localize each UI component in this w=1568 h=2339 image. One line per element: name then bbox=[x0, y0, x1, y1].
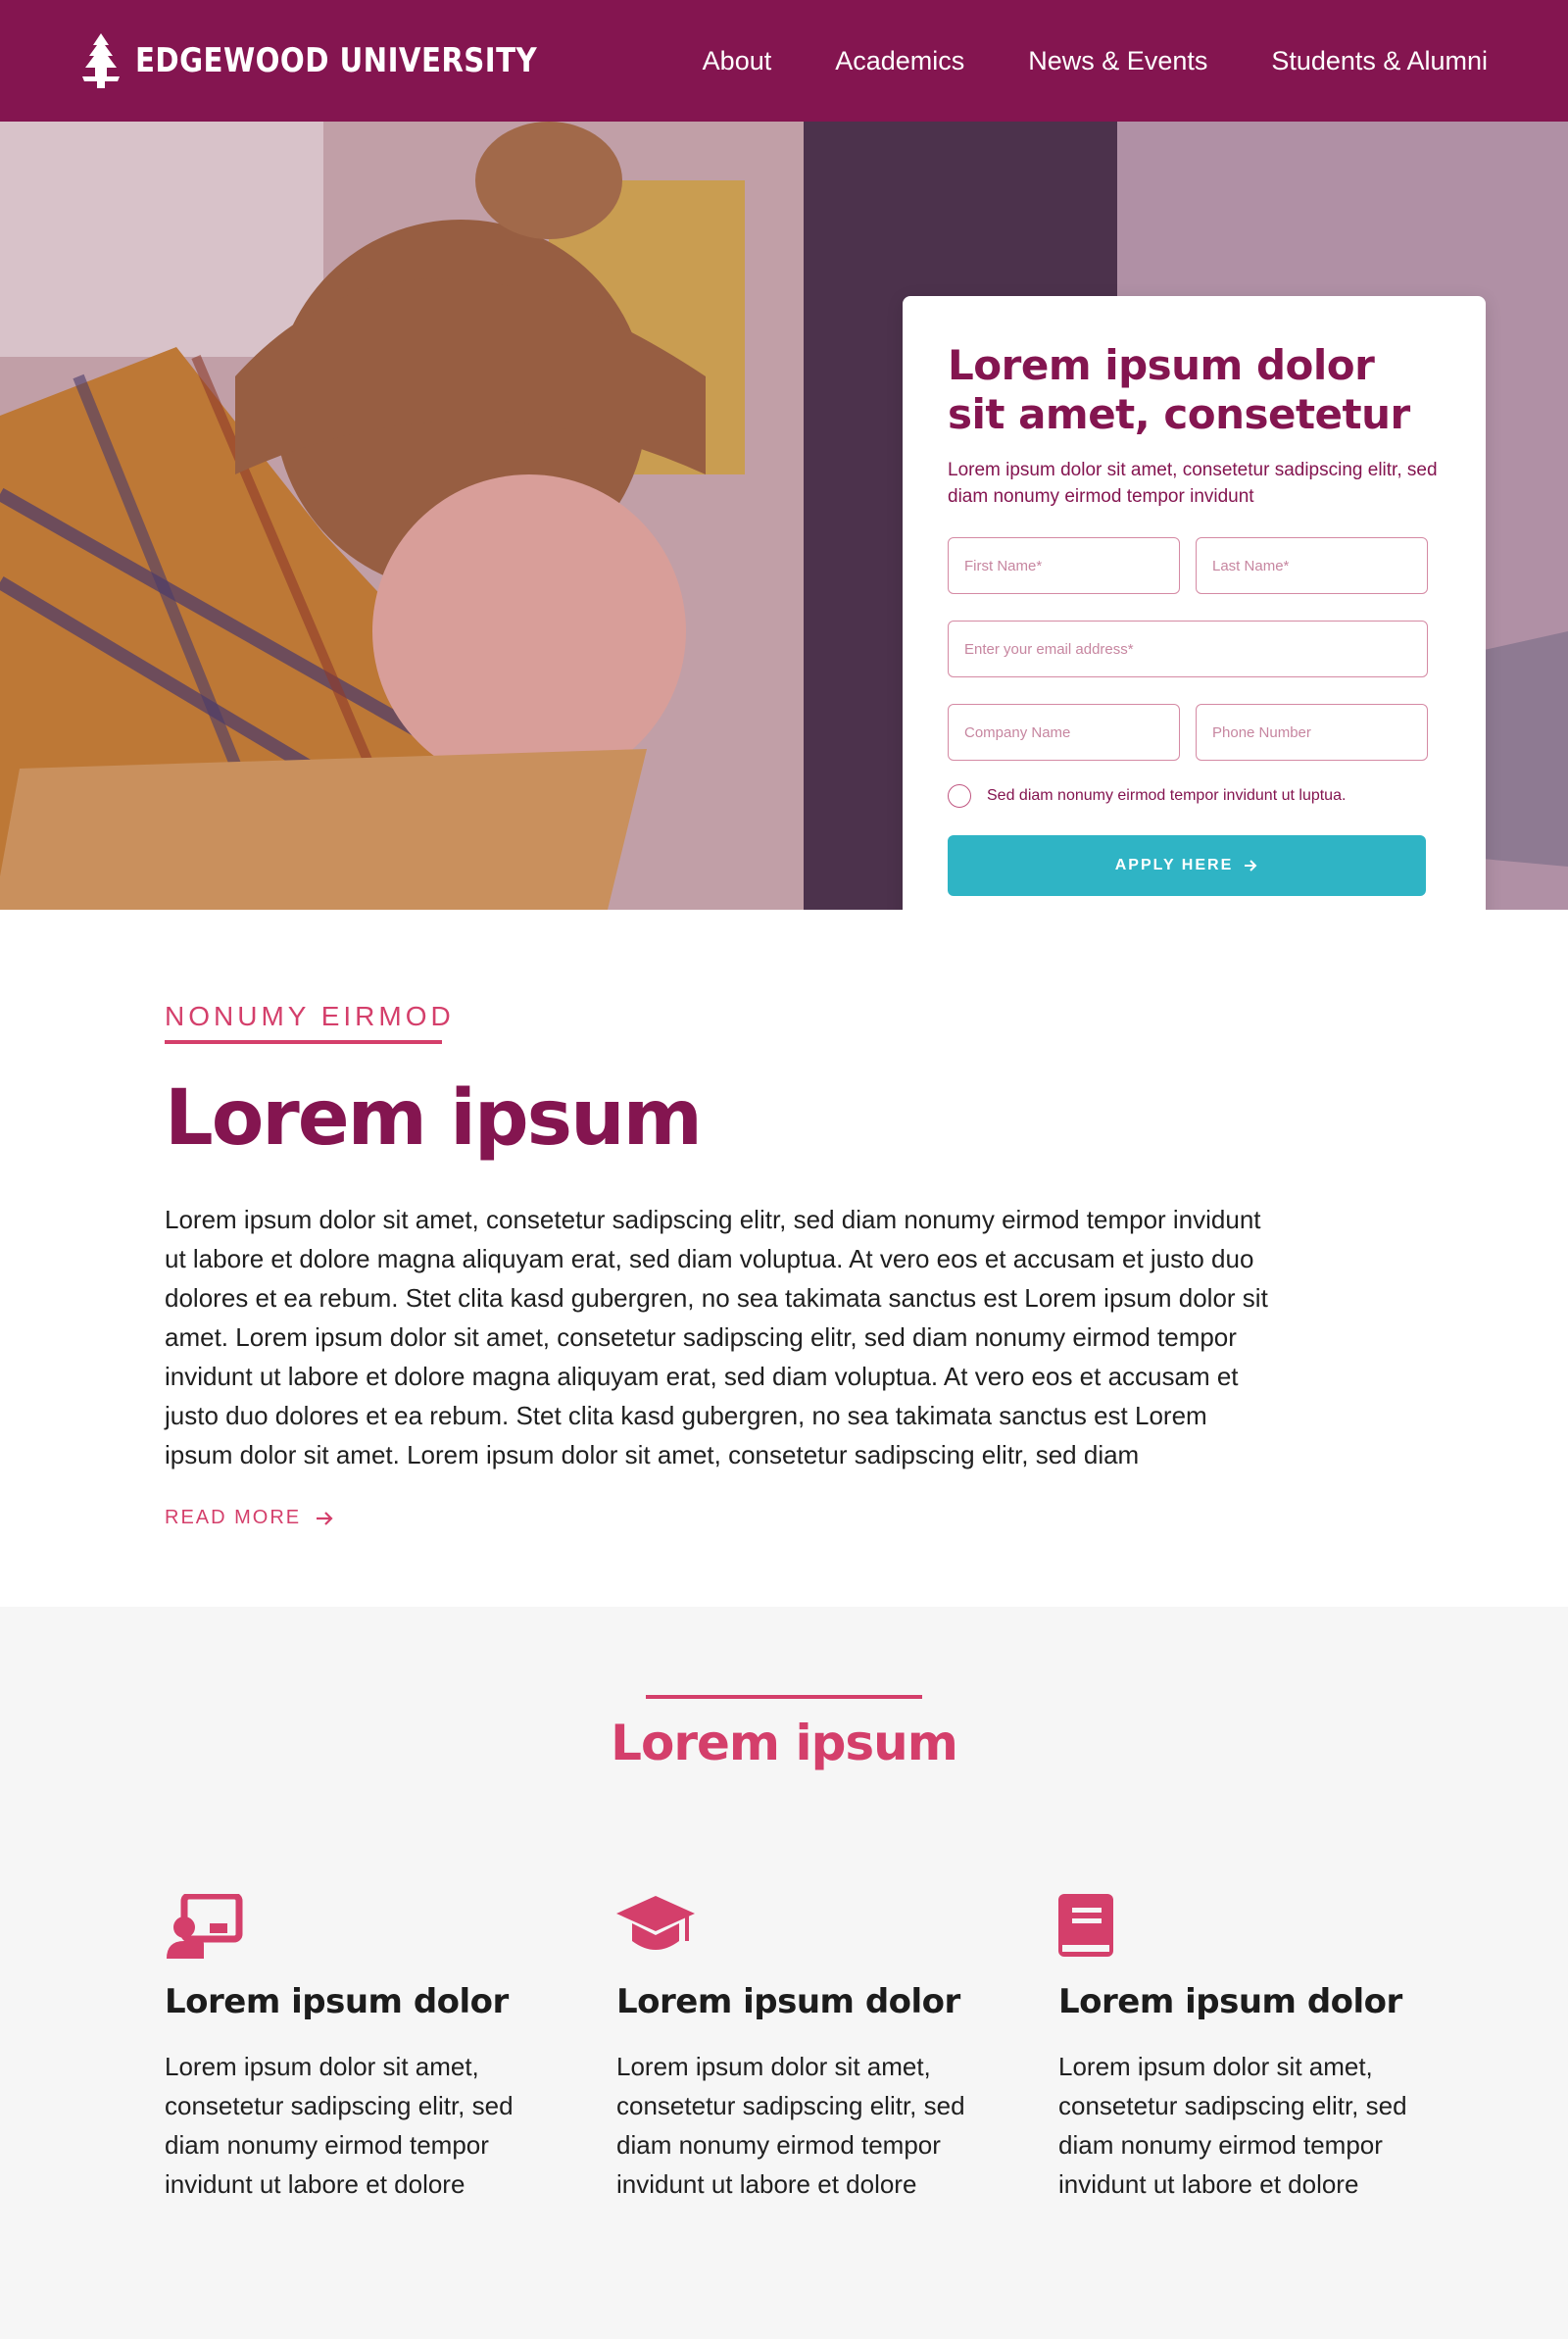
email-field-row bbox=[948, 621, 1441, 677]
form-title: Lorem ipsum dolor sit amet, consetetur bbox=[948, 341, 1441, 439]
apply-here-button[interactable]: APPLY HERE bbox=[948, 835, 1426, 896]
consent-row: Sed diam nonumy eirmod tempor invidunt u… bbox=[948, 784, 1441, 808]
about-section: NONUMY EIRMOD Lorem ipsum Lorem ipsum do… bbox=[0, 910, 1568, 1607]
phone-number-field[interactable] bbox=[1196, 704, 1428, 761]
feature-heading: Lorem ipsum dolor bbox=[616, 1982, 960, 2021]
arrow-right-icon bbox=[1245, 860, 1257, 871]
nav-link-news-events[interactable]: News & Events bbox=[1028, 46, 1207, 76]
feature-text: Lorem ipsum dolor sit amet, consetetur s… bbox=[165, 2052, 514, 2199]
feature-text: Lorem ipsum dolor sit amet, consetetur s… bbox=[1058, 2052, 1407, 2199]
feature-text: Lorem ipsum dolor sit amet, consetetur s… bbox=[616, 2052, 965, 2199]
features-section: Lorem ipsum Lorem ipsum dolor Lorem ipsu… bbox=[0, 1607, 1568, 2339]
nav-link-academics[interactable]: Academics bbox=[835, 46, 964, 76]
features-title-overline bbox=[646, 1695, 922, 1699]
consent-checkbox[interactable] bbox=[948, 784, 971, 808]
main-menu: About Academics News & Events Students &… bbox=[703, 46, 1488, 76]
brand-logo[interactable]: EDGEWOOD UNIVERSITY bbox=[80, 33, 603, 88]
form-subtitle: Lorem ipsum dolor sit amet, consetetur s… bbox=[948, 460, 1438, 507]
tree-icon bbox=[82, 33, 120, 88]
feature-heading: Lorem ipsum dolor bbox=[1058, 1982, 1402, 2021]
section-eyebrow: NONUMY EIRMOD bbox=[165, 1001, 455, 1031]
first-name-field[interactable] bbox=[948, 537, 1180, 594]
read-more-link[interactable]: READ MORE bbox=[165, 1507, 334, 1529]
apply-button-label: APPLY HERE bbox=[1114, 857, 1234, 873]
teacher-presentation-icon bbox=[167, 1894, 243, 1959]
about-body-text: Lorem ipsum dolor sit amet, consetetur s… bbox=[165, 1205, 1268, 1469]
consent-label: Sed diam nonumy eirmod tempor invidunt u… bbox=[987, 787, 1347, 804]
arrow-right-icon bbox=[317, 1511, 333, 1525]
graduation-cap-icon bbox=[616, 1896, 695, 1950]
eyebrow-underline bbox=[165, 1040, 442, 1044]
company-phone-row bbox=[948, 704, 1441, 761]
hero-section: Lorem ipsum dolor sit amet, consetetur L… bbox=[0, 122, 1568, 910]
features-title: Lorem ipsum bbox=[611, 1715, 958, 1771]
about-title: Lorem ipsum bbox=[165, 1074, 703, 1163]
last-name-field[interactable] bbox=[1196, 537, 1428, 594]
feature-card: Lorem ipsum dolor Lorem ipsum dolor sit … bbox=[1058, 1894, 1450, 2204]
brand-name: EDGEWOOD UNIVERSITY bbox=[135, 41, 538, 80]
book-icon bbox=[1058, 1894, 1113, 1957]
feature-card: Lorem ipsum dolor Lorem ipsum dolor sit … bbox=[616, 1894, 1008, 2204]
email-field[interactable] bbox=[948, 621, 1428, 677]
read-more-label: READ MORE bbox=[165, 1507, 302, 1528]
feature-heading: Lorem ipsum dolor bbox=[165, 1982, 509, 2021]
nav-link-students-alumni[interactable]: Students & Alumni bbox=[1271, 46, 1488, 76]
company-name-field[interactable] bbox=[948, 704, 1180, 761]
nav-link-about[interactable]: About bbox=[703, 46, 772, 76]
name-fields-row bbox=[948, 537, 1441, 594]
top-navigation: EDGEWOOD UNIVERSITY About Academics News… bbox=[0, 0, 1568, 122]
application-form-card: Lorem ipsum dolor sit amet, consetetur L… bbox=[903, 296, 1486, 910]
feature-card: Lorem ipsum dolor Lorem ipsum dolor sit … bbox=[165, 1894, 557, 2204]
form-title-line-1: Lorem ipsum dolor bbox=[948, 341, 1375, 389]
form-title-line-2: sit amet, consetetur bbox=[948, 390, 1410, 438]
